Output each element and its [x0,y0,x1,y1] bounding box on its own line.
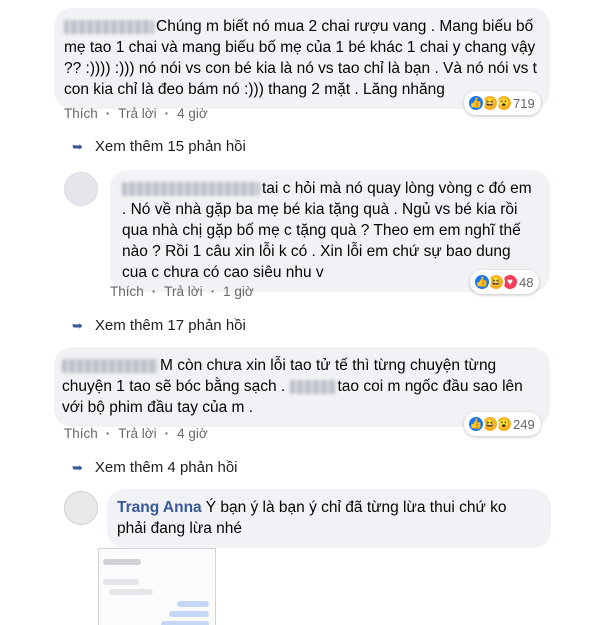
reaction-count: 719 [513,95,535,111]
reaction-count: 48 [519,274,534,290]
like-link[interactable]: Thích [64,426,98,441]
avatar[interactable] [10,350,46,386]
avatar[interactable] [10,8,46,44]
thumb-message-bubble [177,601,209,607]
thumb-message-bubble [103,579,139,585]
reply-link[interactable]: Trả lời [164,284,202,299]
view-more-replies[interactable]: ➥ Xem thêm 15 phản hồi [72,138,246,155]
redacted-name [122,181,260,196]
reply-arrow-icon: ➥ [72,138,83,154]
reaction-summary[interactable]: 👍 😆 😮 249 [464,412,541,436]
reply-link[interactable]: Trả lời [118,106,156,121]
like-icon: 👍 [473,273,491,291]
view-more-replies[interactable]: ➥ Xem thêm 17 phản hồi [72,317,246,334]
redacted-name [289,379,336,394]
separator: · [164,426,170,441]
thumb-message-bubble [169,611,209,617]
view-more-label: Xem thêm 4 phản hồi [94,459,238,476]
timestamp[interactable]: 4 giờ [177,426,208,441]
reaction-summary[interactable]: 👍 😆 😮 719 [464,91,541,115]
reaction-count: 249 [513,416,535,432]
like-link[interactable]: Thích [110,284,144,299]
comment-actions: Thích · Trả lời · 4 giờ [64,426,208,441]
thumb-message-bubble [161,621,209,625]
separator: · [151,284,157,299]
reaction-summary[interactable]: 👍 😆 ♥ 48 [470,270,540,294]
separator: · [210,284,216,299]
view-more-label: Xem thêm 17 phản hồi [94,317,246,334]
thumb-header-bar [103,559,141,565]
like-icon: 👍 [467,94,485,112]
comment-bubble: Trang Anna Ý bạn ý là bạn ý chỉ đã từng l… [107,489,551,548]
attached-screenshot[interactable] [98,548,216,625]
redacted-name [64,19,154,34]
timestamp[interactable]: 1 giờ [223,284,254,299]
avatar[interactable] [64,172,98,206]
view-more-label: Xem thêm 15 phản hồi [94,138,246,155]
thumb-message-bubble [109,589,153,595]
separator: · [105,106,111,121]
separator: · [105,426,111,441]
reply-link[interactable]: Trả lời [118,426,156,441]
view-more-replies[interactable]: ➥ Xem thêm 4 phản hồi [72,459,238,476]
timestamp[interactable]: 4 giờ [177,106,208,121]
comment-actions: Thích · Trả lời · 1 giờ [110,284,254,299]
commenter-name[interactable]: Trang Anna [117,499,202,516]
like-icon: 👍 [467,415,485,433]
separator: · [164,106,170,121]
redacted-name [62,358,158,373]
reply-arrow-icon: ➥ [72,317,83,333]
comment-actions: Thích · Trả lời · 4 giờ [64,106,208,121]
like-link[interactable]: Thích [64,106,98,121]
reply-arrow-icon: ➥ [72,459,83,475]
avatar[interactable] [64,491,98,525]
